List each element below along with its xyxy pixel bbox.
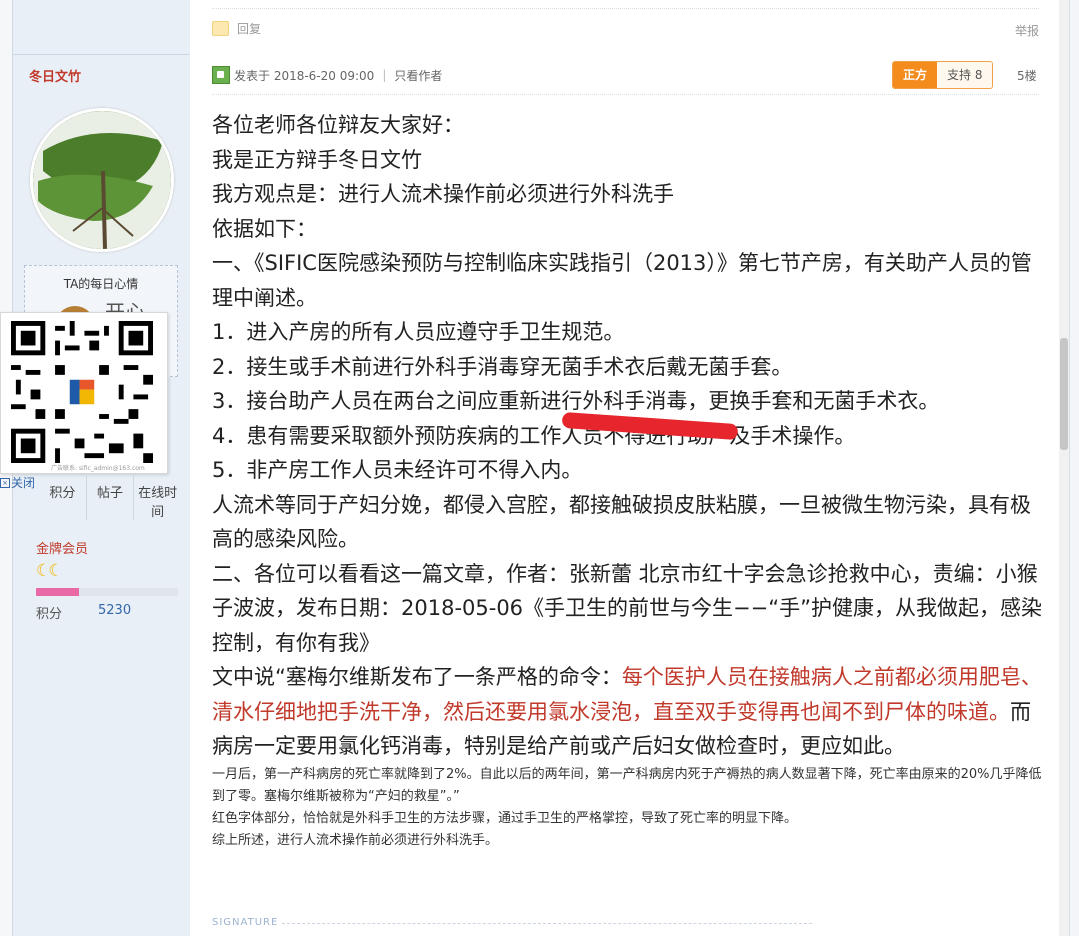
reply-label: 回复 bbox=[237, 22, 262, 36]
reply-icon bbox=[212, 21, 229, 36]
moon-icons: ☾☾ bbox=[36, 561, 64, 581]
debate-vote: 正方 支持 8 bbox=[892, 61, 994, 89]
post-line: 1．进入产房的所有人员应遵守手卫生规范。 bbox=[212, 320, 625, 344]
signature-label: SIGNATURE bbox=[212, 917, 279, 928]
small-line: 红色字体部分，恰恰就是外科手卫生的方法步骤，通过手卫生的严格掌控，导致了死亡率的… bbox=[212, 810, 798, 826]
post-line: 一、《SIFIC医院感染预防与控制临床实践指引（2013）》第七节产房，有关助产… bbox=[212, 251, 1032, 310]
close-ad-button[interactable]: × 关闭 bbox=[0, 474, 35, 491]
level-progress-bar bbox=[36, 588, 178, 596]
points-row: 积分 5230 bbox=[36, 603, 131, 622]
post-line: 我是正方辩手冬日文竹 bbox=[212, 147, 422, 172]
close-icon: × bbox=[0, 477, 10, 488]
points-label: 积分 bbox=[36, 607, 63, 622]
scrollbar[interactable] bbox=[1059, 0, 1069, 936]
stat-points[interactable]: 积分 bbox=[39, 476, 87, 520]
post-content-area: 回复 举报 发表于 2018-6-20 09:00 | 只看作者 正方 支持 8… bbox=[190, 0, 1070, 936]
small-line: 综上所述，进行人流术操作前必须进行外科洗手。 bbox=[212, 832, 499, 848]
post-line: 我方观点是：进行人流术操作前必须进行外科洗手 bbox=[212, 182, 674, 206]
scrollbar-thumb[interactable] bbox=[1060, 338, 1068, 450]
signature-divider bbox=[282, 923, 812, 924]
only-author-link[interactable]: 只看作者 bbox=[394, 67, 442, 84]
post-line: 3．接台助产人员在两台之间应重新进行外科手消毒，更换手套和无菌手术衣。 bbox=[212, 389, 940, 413]
support-button[interactable]: 支持 8 bbox=[937, 62, 993, 88]
post-line: 5．非产房工作人员未经许可不得入内。 bbox=[212, 458, 583, 482]
quote-paragraph: 文中说“塞梅尔维斯发布了一条严格的命令：每个医护人员在接触病人之前都必须用肥皂、… bbox=[212, 660, 1048, 764]
online-status-icon bbox=[212, 66, 230, 84]
post-line: 二、各位可以看看这一篇文章，作者：张新蕾 北京市红十字会急诊抢救中心，责编：小猴… bbox=[212, 561, 1042, 655]
member-level[interactable]: 金牌会员 bbox=[36, 538, 88, 557]
post-line: 各位老师各位辩友大家好： bbox=[212, 113, 464, 137]
post-line: 2．接生或手术前进行外科手消毒穿无菌手术衣后戴无菌手套。 bbox=[212, 354, 793, 379]
post-body: 各位老师各位辩友大家好： 我是正方辩手冬日文竹 我方观点是：进行人流术操作前必须… bbox=[212, 108, 1048, 852]
prev-reply-button[interactable]: 回复 bbox=[212, 20, 261, 37]
vote-side-badge: 正方 bbox=[893, 62, 938, 88]
divider bbox=[212, 94, 1039, 95]
small-line: 一月后，第一产科病房的死亡率就降到了2%。自此以后的两年间，第一产科病房内死于产… bbox=[212, 766, 1042, 804]
avatar[interactable] bbox=[30, 108, 174, 252]
post-line: 依据如下： bbox=[212, 216, 317, 241]
post-timestamp: 发表于 2018-6-20 09:00 bbox=[234, 68, 375, 83]
author-username[interactable]: 冬日文竹 bbox=[29, 66, 81, 85]
qr-ad-overlay[interactable]: 广告联系: sific_admin@163.com bbox=[0, 312, 168, 474]
qr-footer-text: 广告联系: sific_admin@163.com bbox=[51, 465, 145, 472]
level-progress-fill bbox=[36, 588, 79, 596]
sidebar-divider bbox=[13, 54, 190, 55]
post-line: 人流术等同于产妇分娩，都侵入宫腔，都接触破损皮肤粘膜，一旦被微生物污染，具有极高… bbox=[212, 492, 1031, 552]
points-value[interactable]: 5230 bbox=[98, 603, 131, 622]
avatar-image bbox=[33, 111, 171, 249]
floor-number[interactable]: 5楼 bbox=[1017, 67, 1037, 84]
divider bbox=[212, 8, 1039, 9]
stat-posts[interactable]: 帖子 bbox=[87, 476, 135, 520]
quote-prefix: 文中说“塞梅尔维斯发布了一条严格的命令： bbox=[212, 665, 622, 689]
report-link[interactable]: 举报 bbox=[1015, 22, 1039, 39]
author-stats: 积分 帖子 在线时间 bbox=[39, 476, 181, 520]
post-meta: 发表于 2018-6-20 09:00 | 只看作者 bbox=[212, 66, 442, 84]
separator: | bbox=[382, 68, 387, 82]
close-label: 关闭 bbox=[11, 476, 36, 490]
qr-code-icon bbox=[11, 321, 153, 463]
stat-online-time[interactable]: 在线时间 bbox=[134, 476, 181, 520]
mood-title: TA的每日心情 bbox=[63, 277, 139, 291]
